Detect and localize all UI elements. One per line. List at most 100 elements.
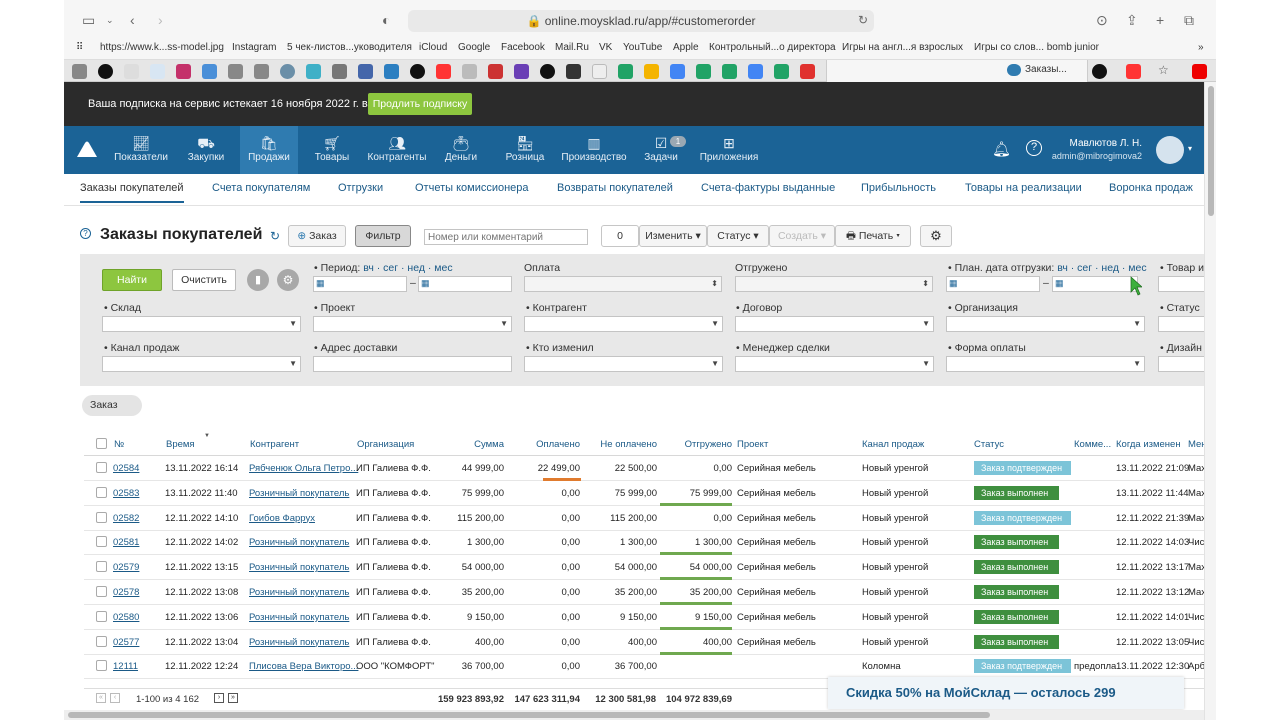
row-number[interactable]: 02577	[113, 637, 139, 648]
organization-select[interactable]: ▼	[946, 316, 1145, 332]
col-paid[interactable]: Оплачено	[516, 439, 580, 450]
row-counterparty[interactable]: Розничный покупатель	[249, 587, 349, 598]
bookmark-item[interactable]: Apple	[673, 42, 699, 53]
status-badge[interactable]: Заказ выполнен	[974, 560, 1059, 575]
channel-select[interactable]: ▼	[102, 356, 301, 372]
plan-from-input[interactable]: ▦	[946, 276, 1040, 292]
subnav-consignment[interactable]: Товары на реализации	[965, 182, 1082, 194]
goods-input[interactable]	[1158, 276, 1210, 292]
subnav-commission-reports[interactable]: Отчеты комиссионера	[415, 182, 529, 194]
nav-sales[interactable]: 🛍︎ Продажи	[240, 126, 298, 174]
col-unpaid[interactable]: Не оплачено	[586, 439, 657, 450]
filter-button[interactable]: Фильтр	[355, 225, 411, 247]
tab-favicon[interactable]	[1126, 64, 1141, 79]
row-number[interactable]: 12111	[113, 661, 138, 672]
bookmark-item[interactable]: Facebook	[501, 42, 545, 53]
user-name[interactable]: Мавлютов Л. Н.	[1054, 138, 1142, 149]
bookmark-item[interactable]: Google	[458, 42, 490, 53]
tab-favicon[interactable]	[254, 64, 269, 79]
row-number[interactable]: 02579	[113, 562, 139, 573]
tab-favicon[interactable]	[618, 64, 633, 79]
find-button[interactable]: Найти	[102, 269, 162, 291]
select-all-checkbox[interactable]	[96, 438, 107, 449]
col-number[interactable]: №	[114, 439, 124, 450]
table-row[interactable]: 02577 12.11.2022 13:04 Розничный покупател…	[84, 630, 1204, 655]
download-icon[interactable]: ⊙	[1096, 12, 1108, 28]
bookmark-item[interactable]: iCloud	[419, 42, 447, 53]
table-row[interactable]: 02578 12.11.2022 13:08 Розничный покупател…	[84, 580, 1204, 605]
next-page-icon[interactable]: ›	[214, 693, 224, 703]
table-row[interactable]: 02582 12.11.2022 14:10 Гоибов Фаррух ИП Гал…	[84, 506, 1204, 531]
bookmark-item[interactable]: 5 чек-листов...уководителя	[287, 42, 412, 53]
col-comment[interactable]: Комме...	[1074, 439, 1111, 450]
tabs-overview-icon[interactable]: ⧉	[1184, 12, 1194, 28]
tab-favicon[interactable]	[358, 64, 373, 79]
renew-subscription-button[interactable]: Продлить подписку	[368, 93, 472, 115]
row-counterparty[interactable]: Розничный покупатель	[249, 612, 349, 623]
col-shipped[interactable]: Отгружено	[664, 439, 732, 450]
table-row[interactable]: 02583 13.11.2022 11:40 Розничный покупател…	[84, 481, 1204, 506]
row-number[interactable]: 02584	[113, 463, 139, 474]
row-number[interactable]: 02582	[113, 513, 139, 524]
table-row[interactable]: 02584 13.11.2022 16:14 Рябченюк Ольга Петр…	[84, 456, 1204, 481]
tab-favicon[interactable]	[384, 64, 399, 79]
row-number[interactable]: 02581	[113, 537, 139, 548]
horizontal-scrollbar[interactable]	[64, 710, 1204, 720]
col-counterparty[interactable]: Контрагент	[250, 439, 299, 450]
tab-favicon[interactable]	[748, 64, 763, 79]
bookmark-item[interactable]: Игры со слов... bomb junior	[974, 42, 1099, 53]
subnav-customer-orders[interactable]: Заказы покупателей	[80, 182, 184, 203]
reload-icon[interactable]: ↻	[858, 12, 868, 28]
bookmark-item[interactable]: https://www.k...ss-model.jpg	[100, 42, 224, 53]
bookmark-item[interactable]: Игры на англ...я взрослых	[842, 42, 963, 53]
subnav-invoices[interactable]: Счета покупателям	[212, 182, 310, 194]
row-counterparty[interactable]: Плисова Вера Викторо...	[249, 661, 358, 672]
chevron-down-icon[interactable]: ▾	[1188, 144, 1192, 153]
tab-favicon[interactable]	[800, 64, 815, 79]
tab-favicon[interactable]	[644, 64, 659, 79]
star-icon[interactable]: ☆	[1158, 63, 1169, 77]
shipped-select[interactable]: ⬍	[735, 276, 933, 292]
tab-favicon[interactable]	[670, 64, 685, 79]
clear-button[interactable]: Очистить	[172, 269, 236, 291]
share-icon[interactable]: ⇪	[1126, 12, 1138, 28]
row-counterparty[interactable]: Рябченюк Ольга Петро...	[249, 463, 358, 474]
row-checkbox[interactable]	[96, 586, 107, 597]
tab-favicon[interactable]	[332, 64, 347, 79]
tab-favicon[interactable]	[696, 64, 711, 79]
back-icon[interactable]: ‹	[130, 12, 135, 28]
nav-purchases[interactable]: ⛟ Закупки	[178, 126, 234, 174]
tab-favicon[interactable]	[72, 64, 87, 79]
row-counterparty[interactable]: Розничный покупатель	[249, 637, 349, 648]
subnav-shipments[interactable]: Отгрузки	[338, 182, 383, 194]
tab-favicon[interactable]	[150, 64, 165, 79]
tab-favicon[interactable]	[514, 64, 529, 79]
refresh-icon[interactable]: ↻	[270, 229, 280, 243]
col-project[interactable]: Проект	[737, 439, 768, 450]
scroll-thumb[interactable]	[68, 712, 990, 718]
plan-quick-links[interactable]: вч · сег · нед · мес	[1057, 262, 1146, 274]
new-tab-icon[interactable]: +	[1156, 12, 1164, 28]
tab-favicon[interactable]	[1192, 64, 1207, 79]
nav-money[interactable]: 👛︎ Деньги	[436, 126, 486, 174]
create-button[interactable]: Создать ▾	[769, 225, 835, 247]
tab-favicon[interactable]	[774, 64, 789, 79]
status-badge[interactable]: Заказ выполнен	[974, 634, 1059, 649]
change-button[interactable]: Изменить ▾	[639, 225, 707, 247]
status-badge[interactable]: Заказ подтвержден	[974, 510, 1071, 525]
design-input[interactable]	[1158, 356, 1210, 372]
subnav-returns[interactable]: Возвраты покупателей	[557, 182, 673, 194]
gear-icon[interactable]: ⚙	[277, 269, 299, 291]
tab-favicon[interactable]	[592, 64, 607, 79]
address-bar[interactable]: 🔒 online.moysklad.ru/app/#customerorder	[408, 10, 874, 32]
print-button[interactable]: 🖶 Печать ▾	[835, 225, 911, 247]
last-page-icon[interactable]: »	[228, 693, 238, 703]
tab-favicon[interactable]	[228, 64, 243, 79]
col-modified[interactable]: Когда изменен	[1116, 439, 1181, 450]
status-badge[interactable]: Заказ выполнен	[974, 535, 1059, 550]
bookmark-item[interactable]: Instagram	[232, 42, 276, 53]
tab-favicon[interactable]	[98, 64, 113, 79]
row-checkbox[interactable]	[96, 610, 107, 622]
row-checkbox[interactable]	[96, 486, 107, 498]
row-counterparty[interactable]: Розничный покупатель	[249, 488, 349, 499]
